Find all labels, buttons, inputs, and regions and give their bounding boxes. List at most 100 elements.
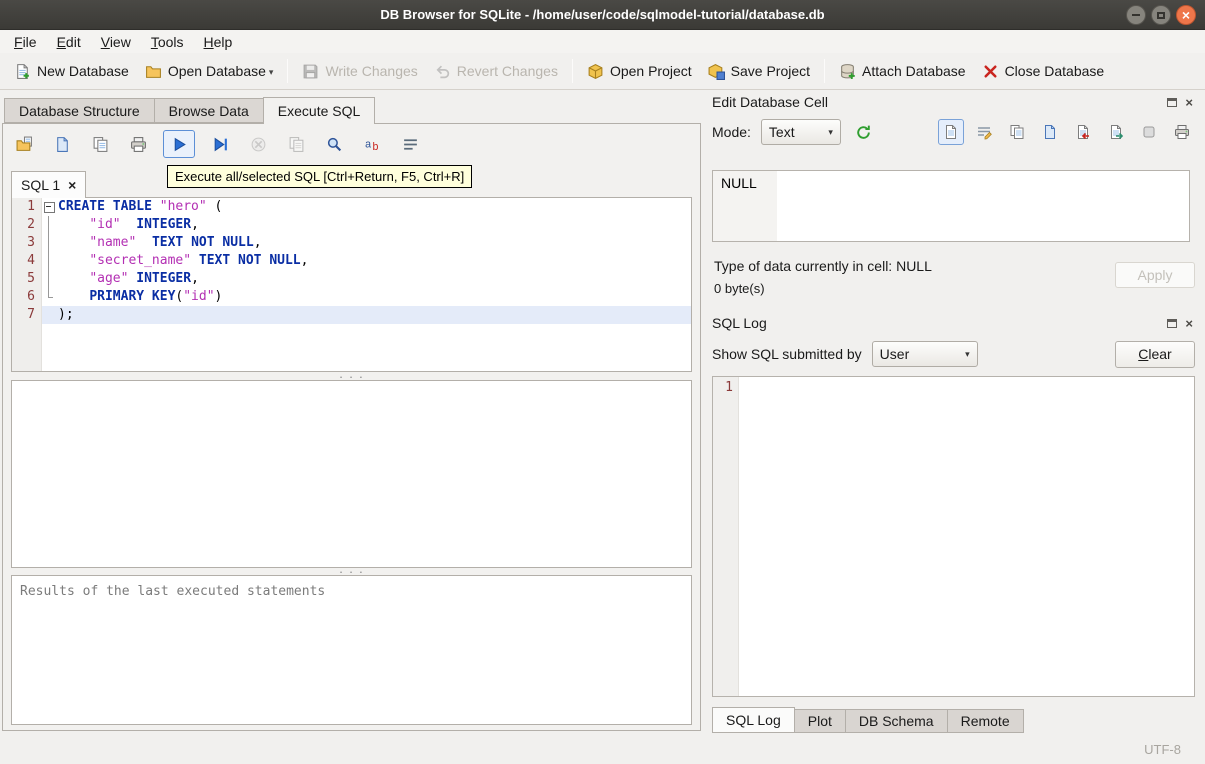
menu-tools[interactable]: Tools xyxy=(141,32,194,52)
log-line-number: 1 xyxy=(725,380,733,395)
print-cell-button[interactable] xyxy=(1169,119,1195,145)
import-cell-data-button[interactable] xyxy=(1070,119,1096,145)
pencil-lines-icon xyxy=(976,124,992,140)
print-sql-button[interactable] xyxy=(125,131,151,157)
fold-column xyxy=(42,252,56,270)
log-content xyxy=(739,377,1194,696)
close-icon: × xyxy=(1181,7,1191,23)
tab-db-schema[interactable]: DB Schema xyxy=(845,709,948,733)
sql-editor[interactable]: 1 CREATE TABLE "hero" (2 "id" INTEGER, 3 "… xyxy=(11,197,692,372)
mode-select[interactable]: Text ▾ xyxy=(760,119,841,145)
splitter-handle[interactable]: · · · xyxy=(11,370,692,383)
encoding-indicator[interactable]: UTF-8 xyxy=(1144,742,1181,757)
set-null-button[interactable] xyxy=(1136,119,1162,145)
code-text: "name" TEXT NOT NULL, xyxy=(89,235,262,250)
open-project-button[interactable]: Open Project xyxy=(579,58,700,85)
line-number: 1 xyxy=(27,199,35,214)
tab-database-structure[interactable]: Database Structure xyxy=(4,98,154,123)
titlebar[interactable]: DB Browser for SQLite - /home/user/code/… xyxy=(0,0,1205,30)
refresh-cell-button[interactable] xyxy=(851,119,877,145)
float-dock-icon[interactable] xyxy=(1167,97,1178,107)
save-sql-as-button[interactable] xyxy=(87,131,113,157)
sql-toolbar xyxy=(11,128,423,160)
sql-log-filter-row: Show SQL submitted by User ▾ Clear xyxy=(712,340,1195,368)
attach-database-button[interactable]: Attach Database xyxy=(831,58,974,85)
editor-line-2[interactable]: 2 "id" INTEGER, xyxy=(12,216,691,234)
write-changes-button[interactable]: Write Changes xyxy=(294,58,425,85)
edit-text-button[interactable] xyxy=(971,119,997,145)
save-project-button[interactable]: Save Project xyxy=(700,58,818,85)
close-button[interactable]: × xyxy=(1176,5,1196,25)
tab-label: Execute SQL xyxy=(277,103,361,119)
toolbar-separator xyxy=(571,59,573,83)
submitted-by-select[interactable]: User ▾ xyxy=(871,341,978,367)
close-dock-icon[interactable]: × xyxy=(1185,96,1193,109)
apply-button[interactable]: Apply xyxy=(1115,262,1195,288)
close-database-button[interactable]: Close Database xyxy=(974,58,1113,85)
text-mode-button[interactable] xyxy=(938,119,964,145)
fold-marker-icon[interactable] xyxy=(42,198,56,216)
replace-button[interactable] xyxy=(359,131,385,157)
open-in-editor-button[interactable] xyxy=(1037,119,1063,145)
tab-label: Database Structure xyxy=(19,102,140,119)
document-icon xyxy=(54,136,71,153)
chevron-down-icon[interactable]: ▾ xyxy=(269,67,274,80)
editor-line-7[interactable]: 7); xyxy=(12,306,691,324)
mode-label: Mode: xyxy=(712,124,751,140)
new-database-button[interactable]: New Database xyxy=(6,58,137,85)
copy-cell-button[interactable] xyxy=(1004,119,1030,145)
letters-icon xyxy=(364,136,381,153)
cell-edit-area[interactable] xyxy=(777,171,1189,241)
new-database-label: New Database xyxy=(37,63,129,79)
revert-changes-button[interactable]: Revert Changes xyxy=(426,58,566,85)
editor-line-1[interactable]: 1 CREATE TABLE "hero" ( xyxy=(12,198,691,216)
editor-line-4[interactable]: 4 "secret_name" TEXT NOT NULL, xyxy=(12,252,691,270)
tab-sql-log[interactable]: SQL Log xyxy=(712,707,795,733)
close-dock-icon[interactable]: × xyxy=(1185,317,1193,330)
sql-log-view[interactable]: 1 xyxy=(712,376,1195,697)
tab-plot[interactable]: Plot xyxy=(794,709,846,733)
minimize-button[interactable] xyxy=(1126,5,1146,25)
execute-current-line-button[interactable] xyxy=(207,131,233,157)
export-cell-data-button[interactable] xyxy=(1103,119,1129,145)
close-tab-icon[interactable]: × xyxy=(68,178,76,192)
menu-file[interactable]: File xyxy=(4,32,47,52)
cell-size-info: 0 byte(s) xyxy=(714,281,765,296)
code-text: "id" INTEGER, xyxy=(89,217,199,232)
editor-line-5[interactable]: 5 "age" INTEGER, xyxy=(12,270,691,288)
tab-remote[interactable]: Remote xyxy=(947,709,1024,733)
save-sql-file-button[interactable] xyxy=(49,131,75,157)
revert-changes-icon xyxy=(434,63,451,80)
save-results-button[interactable] xyxy=(283,131,309,157)
open-sql-file-button[interactable] xyxy=(11,131,37,157)
write-changes-icon xyxy=(302,63,319,80)
execute-all-button[interactable] xyxy=(163,130,195,158)
open-database-button[interactable]: Open Database ▾ xyxy=(137,58,282,85)
clear-log-button[interactable]: Clear xyxy=(1115,340,1195,368)
find-button[interactable] xyxy=(321,131,347,157)
maximize-button[interactable] xyxy=(1151,5,1171,25)
dock-buttons: × xyxy=(1167,96,1198,109)
printer-icon xyxy=(130,136,147,153)
results-grid[interactable] xyxy=(11,380,692,568)
stop-execution-button[interactable] xyxy=(245,131,271,157)
word-wrap-button[interactable] xyxy=(397,131,423,157)
splitter-handle[interactable]: · · · xyxy=(11,565,692,578)
tab-browse-data[interactable]: Browse Data xyxy=(153,98,263,123)
float-dock-icon[interactable] xyxy=(1167,318,1178,328)
execution-log[interactable]: Results of the last executed statements xyxy=(11,575,692,725)
write-changes-label: Write Changes xyxy=(325,63,418,79)
sql-editor-tab[interactable]: SQL 1 × xyxy=(11,171,87,198)
cell-editor[interactable]: NULL xyxy=(712,170,1190,242)
tab-execute-sql[interactable]: Execute SQL xyxy=(262,97,376,124)
minimize-icon xyxy=(1132,14,1140,16)
editor-line-3[interactable]: 3 "name" TEXT NOT NULL, xyxy=(12,234,691,252)
line-number: 6 xyxy=(27,289,35,304)
line-number: 7 xyxy=(27,307,35,322)
menu-view[interactable]: View xyxy=(91,32,141,52)
editor-line-6[interactable]: 6 PRIMARY KEY("id") xyxy=(12,288,691,306)
menu-help[interactable]: Help xyxy=(194,32,243,52)
window-controls: × xyxy=(1126,5,1196,25)
menu-edit[interactable]: Edit xyxy=(47,32,91,52)
tab-label: DB Schema xyxy=(858,713,934,729)
